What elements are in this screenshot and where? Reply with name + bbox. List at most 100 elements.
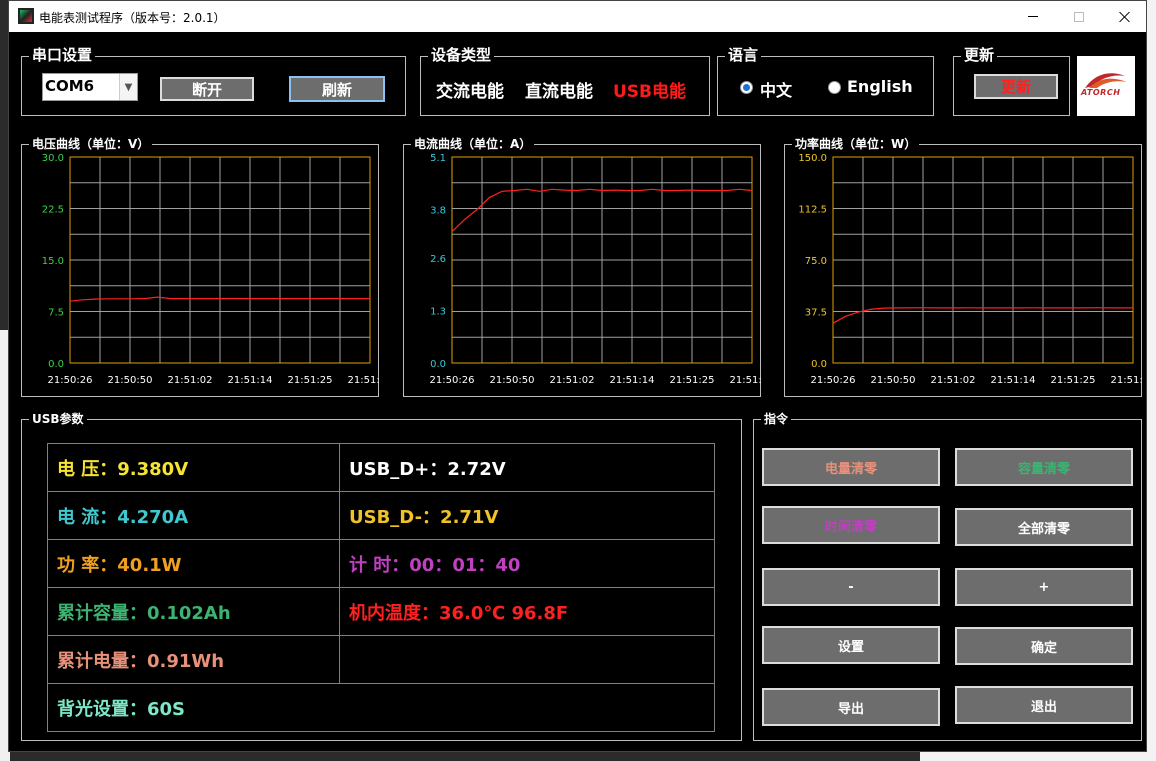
current-chart: 0.0 1.3 2.6 3.8 5.1 21:50:26 21:50:50 21:51:02 2… (430, 153, 762, 386)
power-chart: 0.0 37.5 75.0 112.5 150.0 21:50:26 21:50:50 21:… (798, 153, 1143, 386)
close-button[interactable] (1102, 1, 1148, 32)
confirm-button[interactable]: 确定 (955, 627, 1133, 665)
clear-time-button[interactable]: 时间清零 (762, 506, 940, 544)
serial-settings-title: 串口设置 (29, 46, 96, 65)
clear-capacity-button[interactable]: 容量清零 (955, 448, 1133, 486)
x-tick-label: 21:51:25 (1051, 375, 1096, 386)
usb-params-group: USB参数 电 压：9.380V USB_D+：2.72V 电 流：4.270A… (21, 411, 742, 741)
x-tick-label: 21:51:14 (228, 375, 273, 386)
empty-cell (340, 636, 714, 684)
settings-button[interactable]: 设置 (762, 626, 940, 664)
x-tick-label: 21:51:38 (1111, 375, 1143, 386)
close-icon (1119, 11, 1131, 23)
plus-button[interactable]: + (955, 568, 1133, 606)
y-tick-label: 1.3 (430, 306, 446, 317)
x-tick-label: 21:51:38 (730, 375, 762, 386)
com-port-select[interactable]: COM6 ▼ (42, 73, 138, 101)
clear-energy-button[interactable]: 电量清零 (762, 448, 940, 486)
commands-title: 指令 (761, 411, 792, 427)
y-tick-label: 75.0 (805, 256, 827, 267)
y-tick-label: 0.0 (430, 359, 446, 370)
temperature-value: 机内温度：36.0℃ 96.8F (340, 588, 714, 636)
radio-chinese-label[interactable]: 中文 (760, 77, 792, 101)
com-port-value: COM6 (45, 77, 95, 95)
x-tick-label: 21:51:25 (288, 375, 333, 386)
energy-value: 累计电量：0.91Wh (48, 636, 340, 684)
x-tick-label: 21:50:26 (48, 375, 93, 386)
radio-english[interactable] (828, 81, 841, 94)
device-type-group: 设备类型 交流电能 直流电能 USB电能 (420, 46, 710, 116)
title-bar[interactable]: 电能表测试程序（版本号：2.0.1） (9, 1, 1146, 32)
y-tick-label: 7.5 (48, 308, 64, 319)
y-tick-label: 37.5 (805, 308, 827, 319)
export-button[interactable]: 导出 (762, 688, 940, 726)
clear-all-button[interactable]: 全部清零 (955, 508, 1133, 546)
device-type-dc[interactable]: 直流电能 (525, 77, 593, 102)
usb-params-table: 电 压：9.380V USB_D+：2.72V 电 流：4.270A USB_D… (47, 443, 715, 732)
update-group: 更新 更新 (953, 46, 1070, 116)
d-plus-value: USB_D+：2.72V (340, 444, 714, 492)
capacity-value: 累计容量：0.102Ah (48, 588, 340, 636)
minimize-button[interactable] (1010, 1, 1056, 32)
x-tick-label: 21:51:38 (348, 375, 380, 386)
commands-group: 指令 电量清零 容量清零 时间清零 全部清零 - + 设置 确定 导出 退出 (753, 411, 1142, 741)
update-title: 更新 (961, 46, 998, 65)
app-icon (18, 8, 34, 24)
y-tick-label: 0.0 (48, 359, 64, 370)
maximize-button (1056, 1, 1102, 32)
x-tick-label: 21:50:26 (430, 375, 475, 386)
maximize-icon (1074, 11, 1084, 22)
x-tick-label: 21:50:50 (871, 375, 916, 386)
x-tick-label: 21:50:50 (108, 375, 153, 386)
voltage-chart: 0.0 7.5 15.0 22.5 30.0 21:50:26 21:50:50 21:51:… (42, 153, 380, 386)
current-chart-group: 电流曲线（单位：A） 0.0 1.3 2.6 3.8 5.1 21:50:26 21:50:… (403, 136, 762, 397)
disconnect-button[interactable]: 断开 (160, 77, 254, 101)
y-tick-label: 0.0 (811, 359, 827, 370)
desktop-background (1146, 0, 1156, 761)
radio-chinese[interactable] (740, 81, 753, 94)
radio-english-label[interactable]: English (847, 77, 913, 96)
x-tick-label: 21:51:25 (670, 375, 715, 386)
x-tick-label: 21:50:26 (811, 375, 856, 386)
logo-text: ATORCH (1081, 88, 1121, 97)
serial-settings-group: 串口设置 COM6 ▼ 断开 刷新 (21, 46, 406, 116)
x-tick-label: 21:51:02 (168, 375, 213, 386)
x-tick-label: 21:51:02 (550, 375, 595, 386)
app-window: 电能表测试程序（版本号：2.0.1） 串口设置 COM6 ▼ 断开 刷新 设备类… (8, 0, 1147, 752)
x-tick-label: 21:50:50 (490, 375, 535, 386)
chevron-down-icon[interactable]: ▼ (119, 74, 137, 100)
x-tick-label: 21:51:02 (931, 375, 976, 386)
voltage-chart-group: 电压曲线（单位：V） 0.0 7.5 15.0 22.5 30.0 21:50:26 21:… (21, 136, 380, 397)
update-button[interactable]: 更新 (974, 74, 1058, 99)
desktop-background (920, 752, 1156, 761)
device-type-ac[interactable]: 交流电能 (436, 77, 504, 102)
backlight-value: 背光设置：60S (57, 698, 186, 720)
refresh-button[interactable]: 刷新 (289, 76, 385, 102)
x-tick-label: 21:51:14 (991, 375, 1036, 386)
x-tick-label: 21:51:14 (610, 375, 655, 386)
y-tick-label: 2.6 (430, 254, 446, 265)
y-tick-label: 15.0 (42, 256, 64, 267)
voltage-value: 电 压：9.380V (48, 444, 340, 492)
language-group: 语言 中文 English (717, 46, 934, 116)
y-tick-label: 5.1 (430, 153, 446, 164)
power-chart-group: 功率曲线（单位：W） 0.0 37.5 75.0 112.5 150.0 21:50:26… (784, 136, 1143, 397)
timer-value: 计 时：00：01：40 (340, 540, 714, 588)
usb-params-title: USB参数 (29, 411, 87, 427)
y-tick-label: 22.5 (42, 205, 64, 216)
device-type-usb[interactable]: USB电能 (613, 77, 686, 102)
y-tick-label: 30.0 (42, 153, 64, 164)
y-tick-label: 112.5 (798, 205, 827, 216)
atorch-logo: ATORCH (1077, 56, 1135, 116)
minus-button[interactable]: - (762, 568, 940, 606)
power-value: 功 率：40.1W (48, 540, 340, 588)
atorch-flame-icon (1085, 73, 1127, 88)
minimize-icon (1028, 16, 1038, 17)
language-title: 语言 (725, 46, 762, 65)
current-value: 电 流：4.270A (48, 492, 340, 540)
device-type-title: 设备类型 (428, 46, 495, 65)
d-minus-value: USB_D-：2.71V (340, 492, 714, 540)
exit-button[interactable]: 退出 (955, 686, 1133, 724)
y-tick-label: 3.8 (430, 206, 446, 217)
y-tick-label: 150.0 (798, 153, 827, 164)
